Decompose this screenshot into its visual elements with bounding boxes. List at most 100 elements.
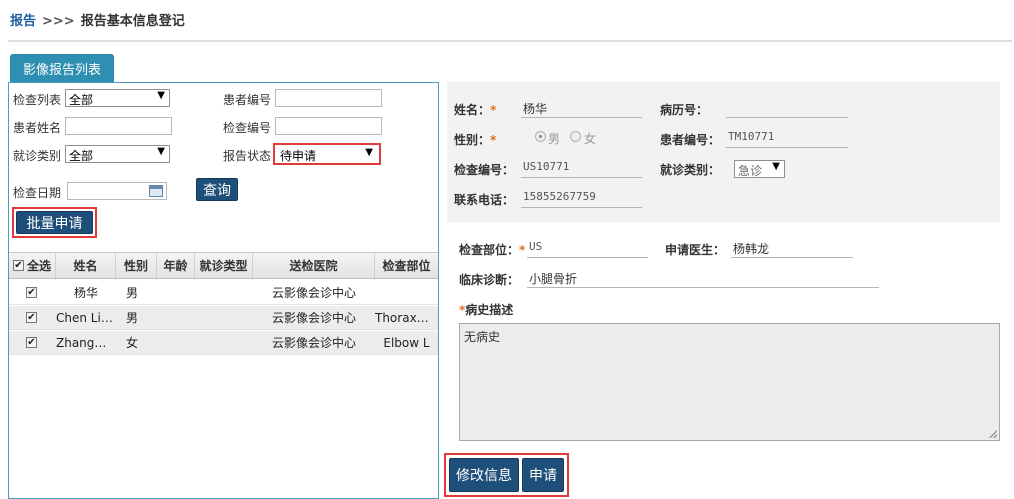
table-row[interactable]: ✔ Chen Li ... 男 云影像会诊中心 Thorax^... (9, 306, 438, 330)
history-textarea[interactable]: 无病史 (459, 323, 1000, 441)
phone-field[interactable]: 15855267759 (521, 190, 642, 208)
cell-age (157, 331, 195, 355)
column-header-sex[interactable]: 性别 (116, 253, 157, 280)
diagnosis-field[interactable]: 小腿骨折 (527, 270, 879, 288)
visit-type-form-label: 就诊类别： (660, 163, 721, 177)
required-mark: * (519, 243, 526, 257)
column-header-select-all[interactable]: ✔ 全选 (9, 253, 56, 280)
breadcrumb: 报告 >>> 报告基本信息登记 (10, 10, 185, 29)
doctor-field[interactable]: 杨韩龙 (731, 240, 853, 258)
visit-type-select[interactable]: 全部 ▼ (65, 145, 170, 163)
exam-part-label: 检查部位：* (459, 241, 525, 258)
sex-male-radio[interactable] (535, 131, 546, 142)
history-label: *病史描述 (459, 301, 513, 318)
breadcrumb-separator: >>> (42, 14, 75, 29)
visit-type-label: 就诊类别 (13, 149, 62, 163)
cell-name: Zhang^T... (56, 336, 116, 350)
cell-visit-type (195, 281, 253, 305)
exam-list-label: 检查列表 (13, 93, 62, 107)
cell-exam-part: Elbow L (383, 336, 430, 350)
exam-date-label: 检查日期 (13, 186, 62, 200)
select-all-label: 全选 (27, 259, 52, 273)
cell-exam-part: Thorax^... (375, 311, 438, 325)
exam-no-input[interactable] (275, 117, 382, 135)
required-mark: * (490, 133, 497, 147)
column-header-name[interactable]: 姓名 (56, 253, 116, 280)
required-mark: * (490, 103, 497, 117)
calendar-icon[interactable] (149, 185, 163, 197)
cell-visit-type (195, 306, 253, 330)
exam-part-field[interactable]: US (527, 240, 648, 258)
patient-no-input[interactable] (275, 89, 382, 107)
sex-male-label: 男 (548, 132, 561, 146)
table-row[interactable]: ✔ Zhang^T... 女 云影像会诊中心 Elbow L (9, 331, 438, 355)
header-divider (8, 40, 1012, 42)
column-header-visit-type[interactable]: 就诊类型 (195, 253, 253, 280)
visit-type-select-value: 全部 (69, 149, 94, 163)
cell-name: 杨华 (73, 286, 98, 300)
query-button[interactable]: 查询 (196, 178, 238, 201)
cell-hospital: 云影像会诊中心 (271, 286, 356, 300)
sex-label: 性别：* (454, 131, 496, 148)
doctor-label: 申请医生： (665, 243, 726, 257)
row-checkbox[interactable]: ✔ (26, 337, 37, 348)
cell-exam-part (375, 281, 438, 305)
batch-apply-button[interactable]: 批量申请 (16, 211, 93, 234)
table-row[interactable]: ✔ 杨华 男 云影像会诊中心 (9, 281, 438, 305)
report-status-select-value: 待申请 (280, 149, 317, 163)
visit-type-form-select-value: 急诊 (738, 164, 763, 178)
exam-part-label-text: 检查部位： (459, 243, 520, 257)
name-label-text: 姓名： (454, 103, 491, 117)
tab-image-report-list[interactable]: 影像报告列表 (10, 54, 114, 83)
sex-female-radio[interactable] (570, 131, 581, 142)
patient-name-label: 患者姓名 (13, 121, 62, 135)
patient-no-form-label: 患者编号： (660, 133, 721, 147)
name-label: 姓名：* (454, 101, 496, 118)
apply-button[interactable]: 申请 (522, 458, 564, 492)
sex-label-text: 性别： (454, 133, 491, 147)
cell-sex: 男 (126, 311, 139, 325)
cell-sex: 男 (126, 286, 139, 300)
sex-female-label: 女 (584, 132, 597, 146)
exam-list-select[interactable]: 全部 ▼ (65, 89, 170, 107)
exam-no-form-label: 检查编号： (454, 163, 515, 177)
exam-list-select-value: 全部 (69, 93, 94, 107)
visit-type-form-select[interactable]: 急诊 ▼ (734, 160, 785, 178)
patient-name-input[interactable] (65, 117, 172, 135)
exam-no-field[interactable]: US10771 (521, 160, 642, 178)
cell-hospital: 云影像会诊中心 (271, 311, 356, 325)
breadcrumb-root-link[interactable]: 报告 (10, 14, 36, 29)
row-checkbox[interactable]: ✔ (26, 287, 37, 298)
cell-name: Chen Li ... (56, 311, 116, 325)
resize-grip-icon[interactable] (989, 430, 997, 438)
history-label-text: 病史描述 (465, 303, 514, 317)
cell-hospital: 云影像会诊中心 (271, 336, 356, 350)
chevron-down-icon: ▼ (772, 161, 780, 172)
patient-no-label: 患者编号 (223, 93, 272, 107)
column-header-exam-part[interactable]: 检查部位 (375, 253, 438, 280)
chevron-down-icon: ▼ (365, 147, 373, 158)
row-checkbox[interactable]: ✔ (26, 312, 37, 323)
modify-info-button[interactable]: 修改信息 (449, 458, 519, 492)
diagnosis-label: 临床诊断： (459, 273, 520, 287)
breadcrumb-current: 报告基本信息登记 (80, 14, 185, 29)
phone-label: 联系电话： (454, 193, 515, 207)
column-header-hospital[interactable]: 送检医院 (253, 253, 375, 280)
exam-no-label: 检查编号 (223, 121, 272, 135)
name-field[interactable]: 杨华 (521, 100, 642, 118)
cell-age (157, 306, 195, 330)
select-all-checkbox[interactable]: ✔ (13, 260, 24, 271)
table-header: ✔ 全选 姓名 性别 年龄 就诊类型 送检医院 检查部位 (9, 252, 438, 280)
report-status-select[interactable]: 待申请 ▼ (273, 143, 381, 165)
chevron-down-icon: ▼ (157, 146, 165, 157)
cell-age (157, 281, 195, 305)
record-no-label: 病历号： (660, 103, 709, 117)
history-text: 无病史 (464, 330, 501, 344)
chevron-down-icon: ▼ (157, 90, 165, 101)
cell-sex: 女 (126, 336, 139, 350)
column-header-age[interactable]: 年龄 (157, 253, 195, 280)
exam-date-input[interactable] (67, 182, 167, 200)
patient-no-field[interactable]: TM10771 (726, 130, 848, 148)
record-no-field[interactable] (726, 100, 848, 118)
report-status-label: 报告状态 (223, 149, 272, 163)
